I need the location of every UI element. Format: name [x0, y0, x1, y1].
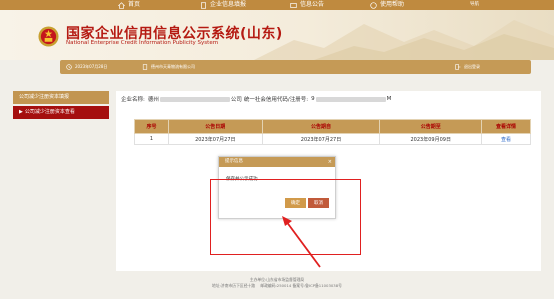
dialog-title: 提示信息 — [225, 159, 243, 164]
date-display: 2023年07月28日 — [66, 60, 107, 74]
company-info-line: 企业名称: 德州 公司 统一社会信用代码/注册号: 9 M — [121, 95, 391, 103]
col-header-index: 序号 — [134, 119, 169, 134]
footer-address: 地址:济南市历下区经十路 邮政编码:250014 备案号:鲁ICP备110030… — [0, 283, 554, 289]
cell-index: 1 — [134, 133, 169, 145]
cell-end: 2023年09月09日 — [379, 133, 483, 145]
redaction-block — [315, 96, 386, 102]
credit-code-label: 统一社会信用代码/注册号: — [243, 97, 309, 103]
sidebar-item-label: 公司减少注册资本填报 — [19, 94, 70, 100]
nav-help[interactable]: 使用帮助 — [370, 0, 404, 10]
redaction-block — [159, 96, 230, 102]
clock-icon — [66, 64, 72, 70]
sidebar-item-capital-reduction-fill[interactable]: 公司减少注册资本填报 — [13, 91, 109, 104]
table-header-row: 序号 公告日期 公告期自 公告期至 查看详情 — [134, 119, 531, 134]
site-subtitle: National Enterprise Credit Information P… — [66, 40, 219, 46]
footer-icp: 邮政编码:250014 备案号:鲁ICP备11003038号 — [260, 283, 342, 288]
info-bar: 2023年07月28日 德州市天青物流有限公司 退出登录 — [60, 60, 531, 74]
notice-icon — [290, 2, 297, 8]
annotation-arrow-icon — [282, 216, 321, 268]
mountain-decoration — [254, 20, 554, 60]
sidebar-item-capital-reduction-view[interactable]: ▶ 公司减少注册资本查看 — [13, 106, 109, 119]
help-icon — [370, 1, 377, 9]
nav-help-label: 使用帮助 — [380, 1, 405, 8]
building-icon — [142, 64, 148, 70]
top-nav: 首页 企业信息填报 信息公告 使用帮助 导航 — [0, 0, 554, 10]
col-header-end: 公告期至 — [379, 119, 483, 134]
credit-code-start: 9 — [311, 96, 315, 102]
footer-address-text: 地址:济南市历下区经十路 — [212, 283, 256, 288]
table-row: 1 2023年07月27日 2023年07月27日 2023年09月09日 查看 — [134, 133, 531, 145]
home-icon — [118, 1, 125, 9]
credit-code-end: M — [386, 96, 392, 102]
triangle-right-icon: ▶ — [19, 109, 23, 115]
company-display: 德州市天青物流有限公司 — [142, 60, 195, 74]
nav-guide[interactable]: 导航 — [470, 0, 479, 10]
nav-enterprise-report[interactable]: 企业信息填报 — [200, 0, 246, 10]
col-header-date: 公告日期 — [167, 119, 263, 134]
view-detail-link[interactable]: 查看 — [481, 133, 531, 145]
report-table: 序号 公告日期 公告期自 公告期至 查看详情 1 2023年07月27日 202… — [134, 119, 531, 145]
company-name-label: 企业名称: — [121, 97, 145, 103]
nav-home[interactable]: 首页 — [118, 0, 140, 10]
logout-icon — [455, 64, 461, 70]
close-icon[interactable]: × — [328, 157, 332, 167]
cell-date: 2023年07月27日 — [167, 133, 263, 145]
nav-notice[interactable]: 信息公告 — [290, 0, 324, 10]
col-header-start: 公告期自 — [261, 119, 381, 134]
report-icon — [201, 1, 206, 9]
footer: 主办单位:山东省市场监督管理局 地址:济南市历下区经十路 邮政编码:250014… — [0, 277, 554, 289]
cell-start: 2023年07月27日 — [261, 133, 381, 145]
nav-enterprise-report-label: 企业信息填报 — [210, 1, 247, 8]
sidebar-item-label: 公司减少注册资本查看 — [24, 109, 75, 115]
col-header-detail: 查看详情 — [481, 119, 531, 134]
nav-notice-label: 信息公告 — [300, 1, 325, 8]
company-name-end: 公司 — [230, 97, 242, 103]
date-text: 2023年07月28日 — [75, 64, 108, 69]
nav-home-label: 首页 — [128, 1, 141, 8]
dialog-header: 提示信息 × — [219, 157, 335, 167]
logout-button[interactable]: 退出登录 — [455, 60, 480, 74]
logout-label: 退出登录 — [464, 64, 480, 69]
company-text: 德州市天青物流有限公司 — [151, 64, 195, 69]
company-name-start: 德州 — [147, 97, 159, 103]
national-emblem-icon — [38, 26, 59, 47]
nav-guide-label: 导航 — [470, 2, 479, 7]
sidebar: 公司减少注册资本填报 ▶ 公司减少注册资本查看 — [13, 91, 109, 121]
